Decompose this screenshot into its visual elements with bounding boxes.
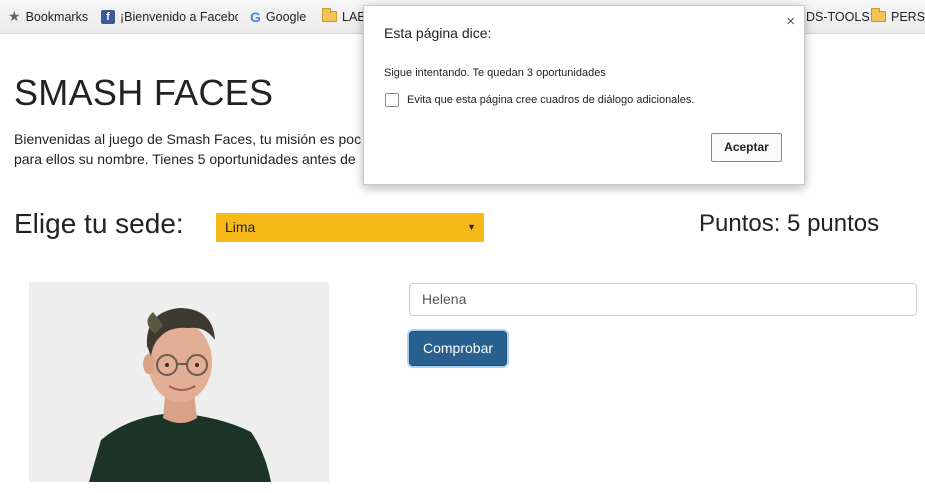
google-icon: G bbox=[250, 8, 261, 25]
sede-selected-value: Lima bbox=[225, 219, 256, 235]
comprobar-button[interactable]: Comprobar bbox=[409, 331, 507, 366]
alert-dialog: Esta página dice: × Sigue intentando. Te… bbox=[363, 5, 805, 185]
close-icon[interactable]: × bbox=[786, 13, 795, 30]
name-input[interactable]: Helena bbox=[409, 283, 917, 316]
suppress-dialogs-label[interactable]: Evita que esta página cree cuadros de di… bbox=[407, 94, 694, 106]
bookmark-bookmarks[interactable]: ★ Bookmarks bbox=[4, 0, 92, 33]
folder-icon bbox=[322, 8, 337, 22]
star-icon: ★ bbox=[8, 8, 21, 24]
bookmark-folder-perso[interactable]: PERSO bbox=[867, 0, 925, 33]
folder-icon bbox=[871, 8, 886, 22]
dialog-message: Sigue intentando. Te quedan 3 oportunida… bbox=[384, 67, 606, 79]
sede-select[interactable]: Lima ▼ bbox=[216, 213, 484, 242]
score-display: Puntos: 5 puntos bbox=[699, 210, 880, 237]
dropdown-arrow-icon: ▼ bbox=[467, 222, 476, 232]
facebook-icon: f bbox=[101, 9, 115, 24]
aceptar-button[interactable]: Aceptar bbox=[711, 133, 782, 162]
bookmark-folder-ds-tools[interactable]: DS-TOOLS bbox=[802, 0, 874, 33]
person-photo bbox=[29, 282, 329, 482]
dialog-title: Esta página dice: bbox=[384, 25, 492, 41]
person-photo-illustration bbox=[29, 282, 329, 482]
suppress-dialogs-checkbox[interactable] bbox=[385, 93, 399, 107]
bookmark-folder-lab[interactable]: LAB bbox=[318, 0, 370, 33]
sede-label: Elige tu sede: bbox=[14, 208, 184, 239]
page-title: SMASH FACES bbox=[14, 72, 274, 113]
bookmark-facebook[interactable]: f ¡Bienvenido a Facebo bbox=[97, 0, 242, 33]
bookmark-google[interactable]: G Google bbox=[246, 0, 310, 33]
